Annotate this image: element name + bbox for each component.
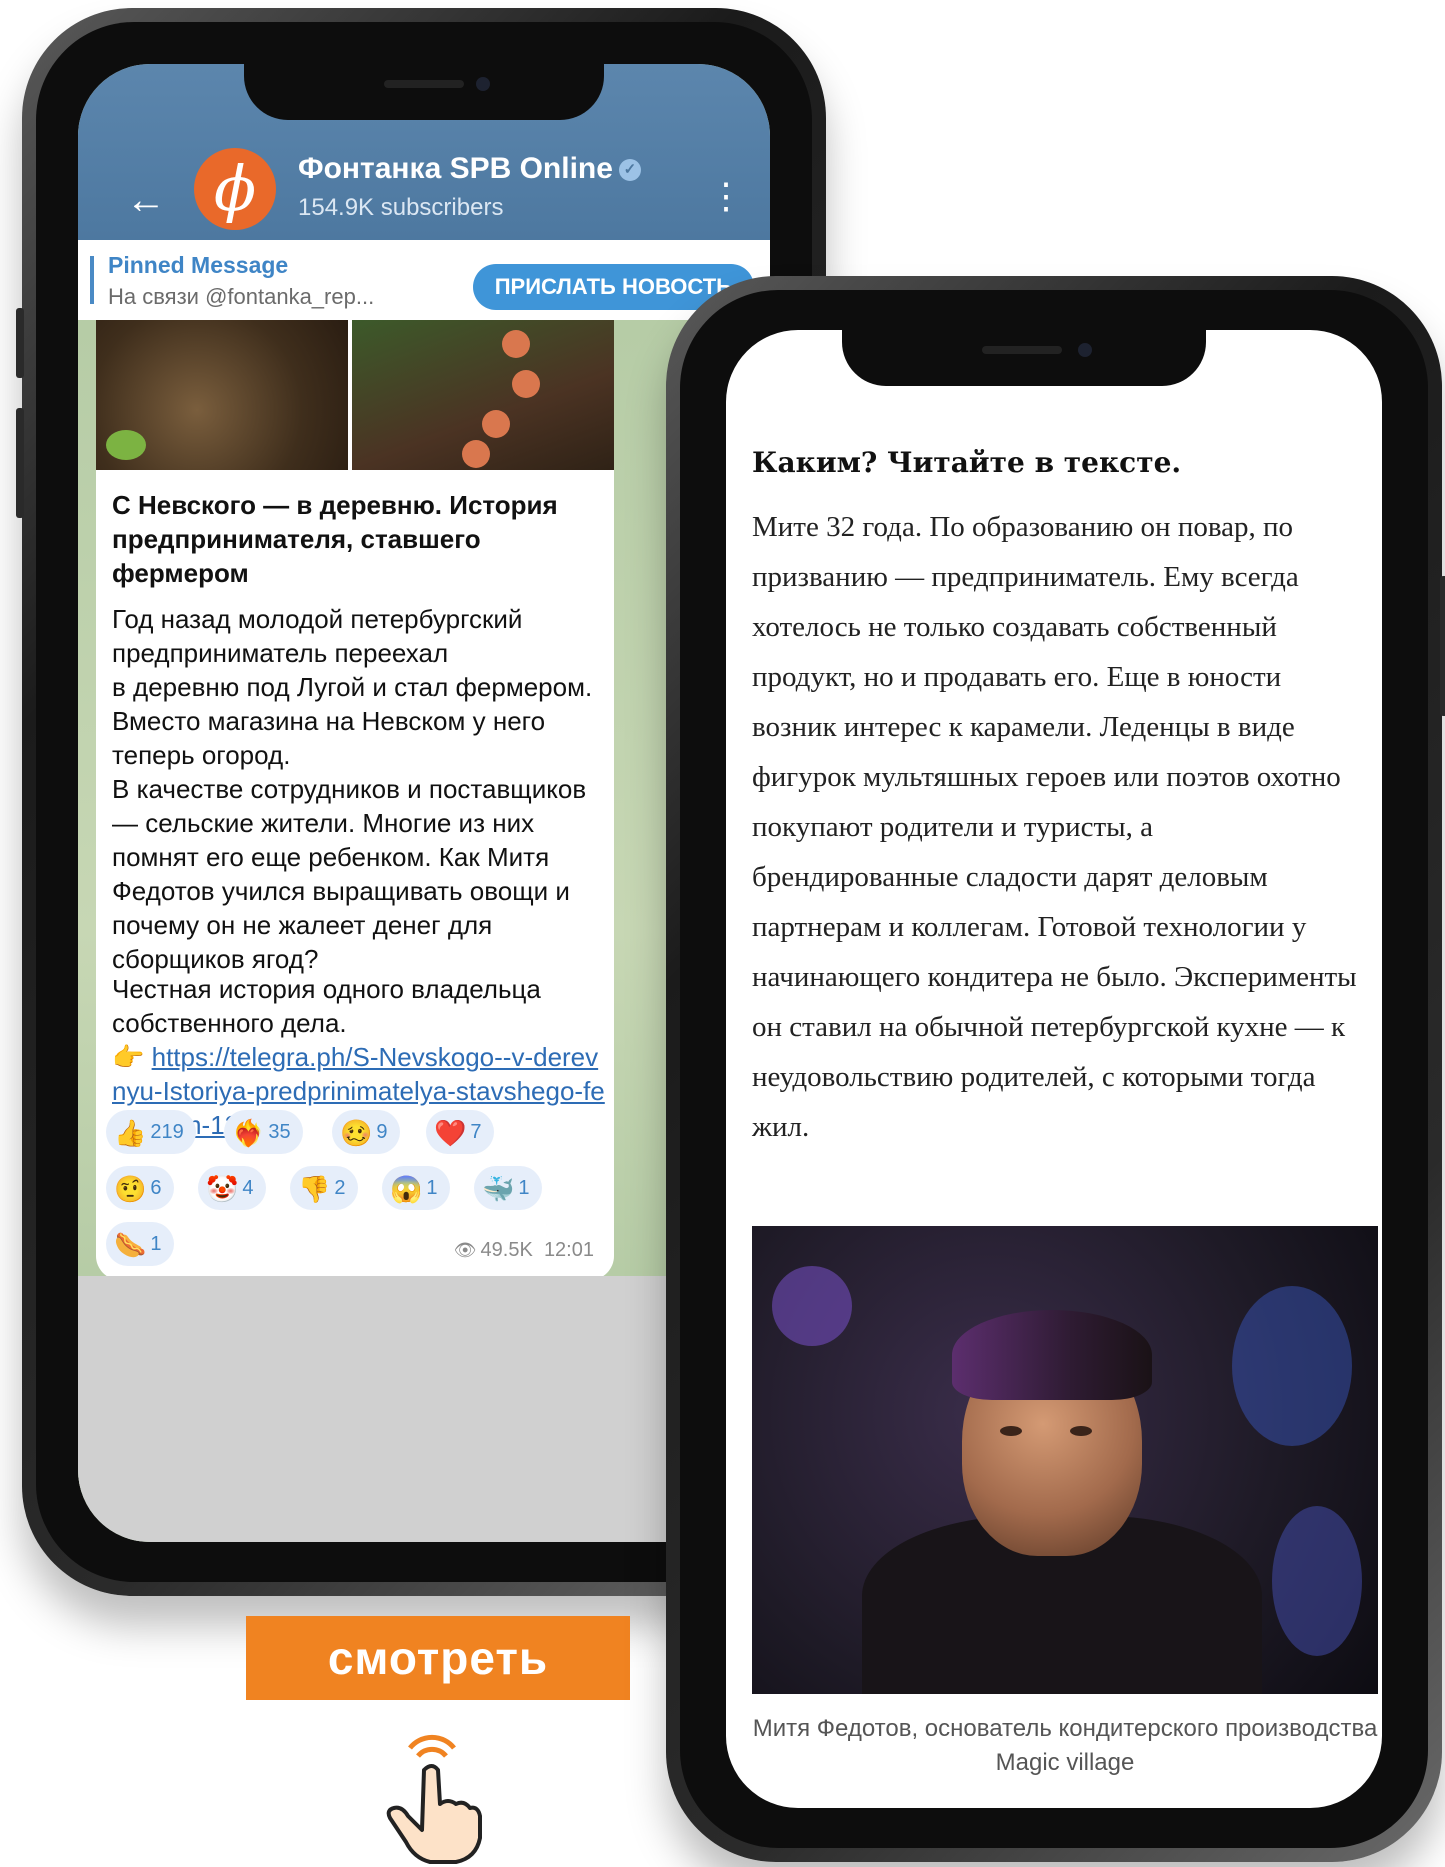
post-body: Год назад молодой петербургский предприн…	[112, 604, 593, 974]
views-eye-icon: 👁	[453, 1240, 477, 1260]
article-photo[interactable]	[752, 1226, 1378, 1694]
woozy-face-icon: 🥴	[340, 1117, 373, 1148]
thumbs-up-icon: 👍	[114, 1117, 147, 1148]
eye-shape	[1070, 1426, 1092, 1436]
reaction-count: 9	[376, 1121, 388, 1143]
reaction-count: 1	[426, 1177, 438, 1199]
pinned-text: На связи @fontanka_rep...	[108, 284, 375, 309]
photo-caption: Митя Федотов, основатель кондитерского п…	[752, 1715, 1378, 1776]
reaction-count: 7	[470, 1121, 482, 1143]
article-screen: Каким? Читайте в тексте. Мите 32 года. П…	[726, 330, 1382, 1808]
post-title: С Невского — в деревню. История предприн…	[112, 490, 558, 588]
carrot-shape	[462, 440, 490, 468]
volume-button	[16, 308, 24, 378]
phone-notch	[842, 330, 1206, 386]
post-photo-soil[interactable]	[96, 320, 348, 470]
post-meta: 👁 49.5K 12:01	[454, 1239, 594, 1262]
leaf-shape	[106, 430, 146, 460]
speaker-grille	[982, 346, 1062, 354]
bokeh-light	[1232, 1286, 1352, 1446]
pointing-icon: 👉	[112, 1042, 145, 1072]
whale-icon: 🐳	[482, 1173, 515, 1204]
front-camera	[1078, 343, 1092, 357]
reaction-count: 219	[150, 1121, 184, 1143]
reaction-count: 2	[334, 1177, 346, 1199]
subscriber-count: 154.9K subscribers	[298, 194, 504, 221]
more-menu-icon[interactable]: ⋮	[708, 178, 744, 214]
volume-button	[16, 408, 24, 518]
channel-name: Фонтанка SPB Online	[298, 152, 613, 185]
reaction-thumbs-up[interactable]: 👍 219	[106, 1110, 196, 1154]
bokeh-light	[772, 1266, 852, 1346]
channel-title[interactable]: Фонтанка SPB Online ✓	[298, 152, 641, 186]
carrot-shape	[512, 370, 540, 398]
watch-button[interactable]: смотреть	[246, 1616, 630, 1700]
phone-notch	[244, 64, 604, 120]
reaction-hotdog[interactable]: 🌭 1	[106, 1222, 174, 1266]
reaction-thumbs-down[interactable]: 👎 2	[290, 1166, 358, 1210]
pinned-message-bar[interactable]: Pinned Message На связи @fontanka_rep...…	[78, 240, 770, 320]
thumbs-down-icon: 👎	[298, 1173, 331, 1204]
clown-icon: 🤡	[206, 1173, 239, 1204]
reaction-scream[interactable]: 😱 1	[382, 1166, 450, 1210]
reaction-count: 6	[150, 1177, 162, 1199]
reaction-count: 35	[268, 1121, 291, 1143]
article-phone: Каким? Читайте в тексте. Мите 32 года. П…	[666, 276, 1445, 1862]
bokeh-light	[1272, 1506, 1362, 1656]
person-hair	[952, 1310, 1152, 1400]
pinned-title: Pinned Message	[108, 252, 289, 278]
raised-eyebrow-icon: 🤨	[114, 1173, 147, 1204]
article-paragraph: Мите 32 года. По образованию он повар, п…	[752, 511, 1357, 1143]
eye-shape	[1000, 1426, 1022, 1436]
heart-fire-icon: ❤️‍🔥	[232, 1117, 265, 1148]
reaction-whale[interactable]: 🐳 1	[474, 1166, 542, 1210]
reaction-raised-eyebrow[interactable]: 🤨 6	[106, 1166, 174, 1210]
speaker-grille	[384, 80, 464, 88]
post-time: 12:01	[543, 1239, 594, 1261]
reaction-count: 4	[242, 1177, 254, 1199]
reaction-count: 1	[150, 1233, 162, 1255]
heart-icon: ❤️	[434, 1117, 467, 1148]
hotdog-icon: 🌭	[114, 1229, 147, 1260]
reaction-clown[interactable]: 🤡 4	[198, 1166, 266, 1210]
back-arrow-icon[interactable]: ←	[126, 180, 166, 220]
view-count: 49.5K	[480, 1239, 533, 1261]
verified-icon: ✓	[618, 159, 641, 182]
post-photo-carrots[interactable]	[352, 320, 614, 470]
reaction-heart-fire[interactable]: ❤️‍🔥 35	[224, 1110, 303, 1154]
reaction-heart[interactable]: ❤️ 7	[426, 1110, 494, 1154]
article-heading: Каким? Читайте в тексте.	[752, 446, 1182, 479]
reaction-woozy[interactable]: 🥴 9	[332, 1110, 400, 1154]
channel-avatar[interactable]: ϕ	[194, 148, 276, 230]
carrot-shape	[502, 330, 530, 358]
channel-post: С Невского — в деревню. История предприн…	[96, 320, 614, 1280]
power-button	[1440, 576, 1445, 716]
scream-icon: 😱	[390, 1173, 423, 1204]
front-camera	[476, 77, 490, 91]
post-extra-text: Честная история одного владельца собстве…	[112, 974, 541, 1038]
pinned-indicator	[90, 256, 94, 304]
tap-hand-icon	[386, 1734, 482, 1864]
reaction-count: 1	[518, 1177, 530, 1199]
carrot-shape	[482, 410, 510, 438]
